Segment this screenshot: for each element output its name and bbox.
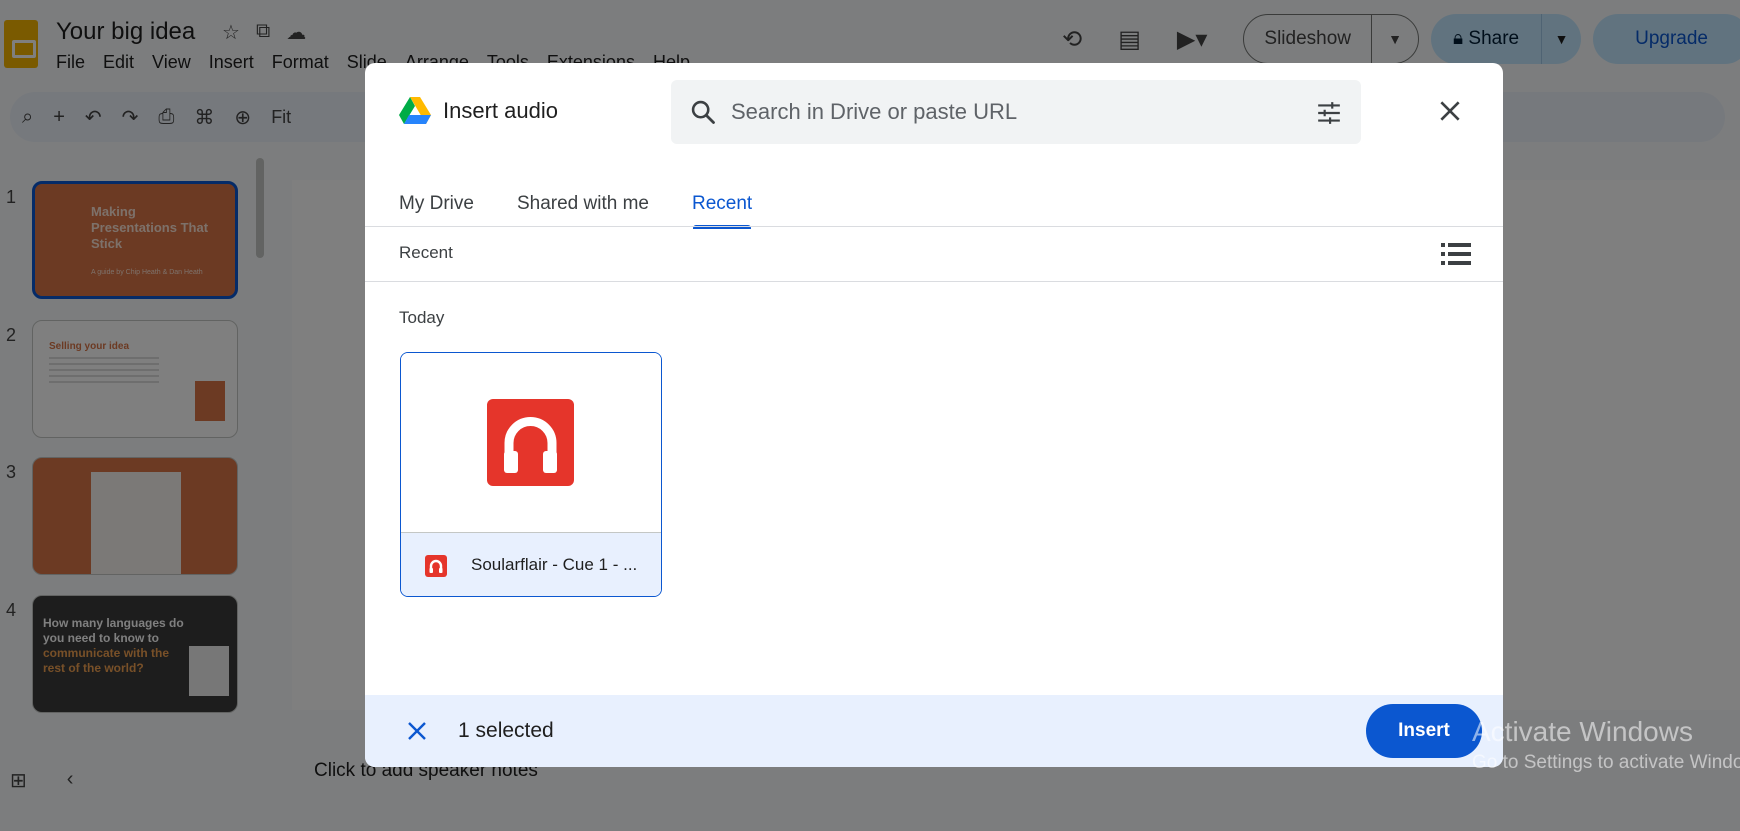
audio-file-type-icon: [425, 555, 447, 577]
section-heading-today: Today: [399, 308, 445, 327]
dialog-footer: 1 selected Insert: [365, 695, 1503, 767]
insert-audio-dialog: Insert audio My Drive Shared with me Rec…: [365, 63, 1503, 767]
search-icon[interactable]: [689, 98, 717, 126]
tab-my-drive[interactable]: My Drive: [399, 183, 474, 229]
breadcrumb-row: Recent: [365, 227, 1503, 282]
watermark-line-1: Activate Windows: [1472, 716, 1693, 747]
dialog-title: Insert audio: [443, 98, 558, 123]
dialog-tabs: My Drive Shared with me Recent: [399, 183, 795, 229]
breadcrumb: Recent: [399, 243, 453, 262]
watermark-line-2: Go to Settings to activate Windows.: [1472, 752, 1740, 773]
dialog-header: Insert audio: [365, 63, 1503, 163]
tab-recent[interactable]: Recent: [692, 183, 752, 229]
search-options-icon[interactable]: [1316, 100, 1342, 126]
tab-shared-with-me[interactable]: Shared with me: [517, 183, 649, 229]
insert-button[interactable]: Insert: [1366, 704, 1482, 758]
selected-count: 1 selected: [458, 719, 554, 742]
close-icon[interactable]: [1437, 98, 1463, 124]
search-box: [671, 80, 1361, 144]
google-drive-icon: [399, 97, 431, 124]
file-card[interactable]: Soularflair - Cue 1 - ...: [400, 352, 662, 597]
file-preview: [401, 353, 661, 533]
file-footer: Soularflair - Cue 1 - ...: [401, 533, 661, 596]
activate-windows-watermark: Activate Windows Go to Settings to activ…: [1472, 716, 1740, 774]
list-view-icon[interactable]: [1441, 241, 1471, 267]
audio-file-icon: [487, 399, 574, 486]
clear-selection-icon[interactable]: [405, 719, 429, 743]
file-name: Soularflair - Cue 1 - ...: [471, 555, 638, 574]
search-input[interactable]: [731, 88, 1291, 136]
